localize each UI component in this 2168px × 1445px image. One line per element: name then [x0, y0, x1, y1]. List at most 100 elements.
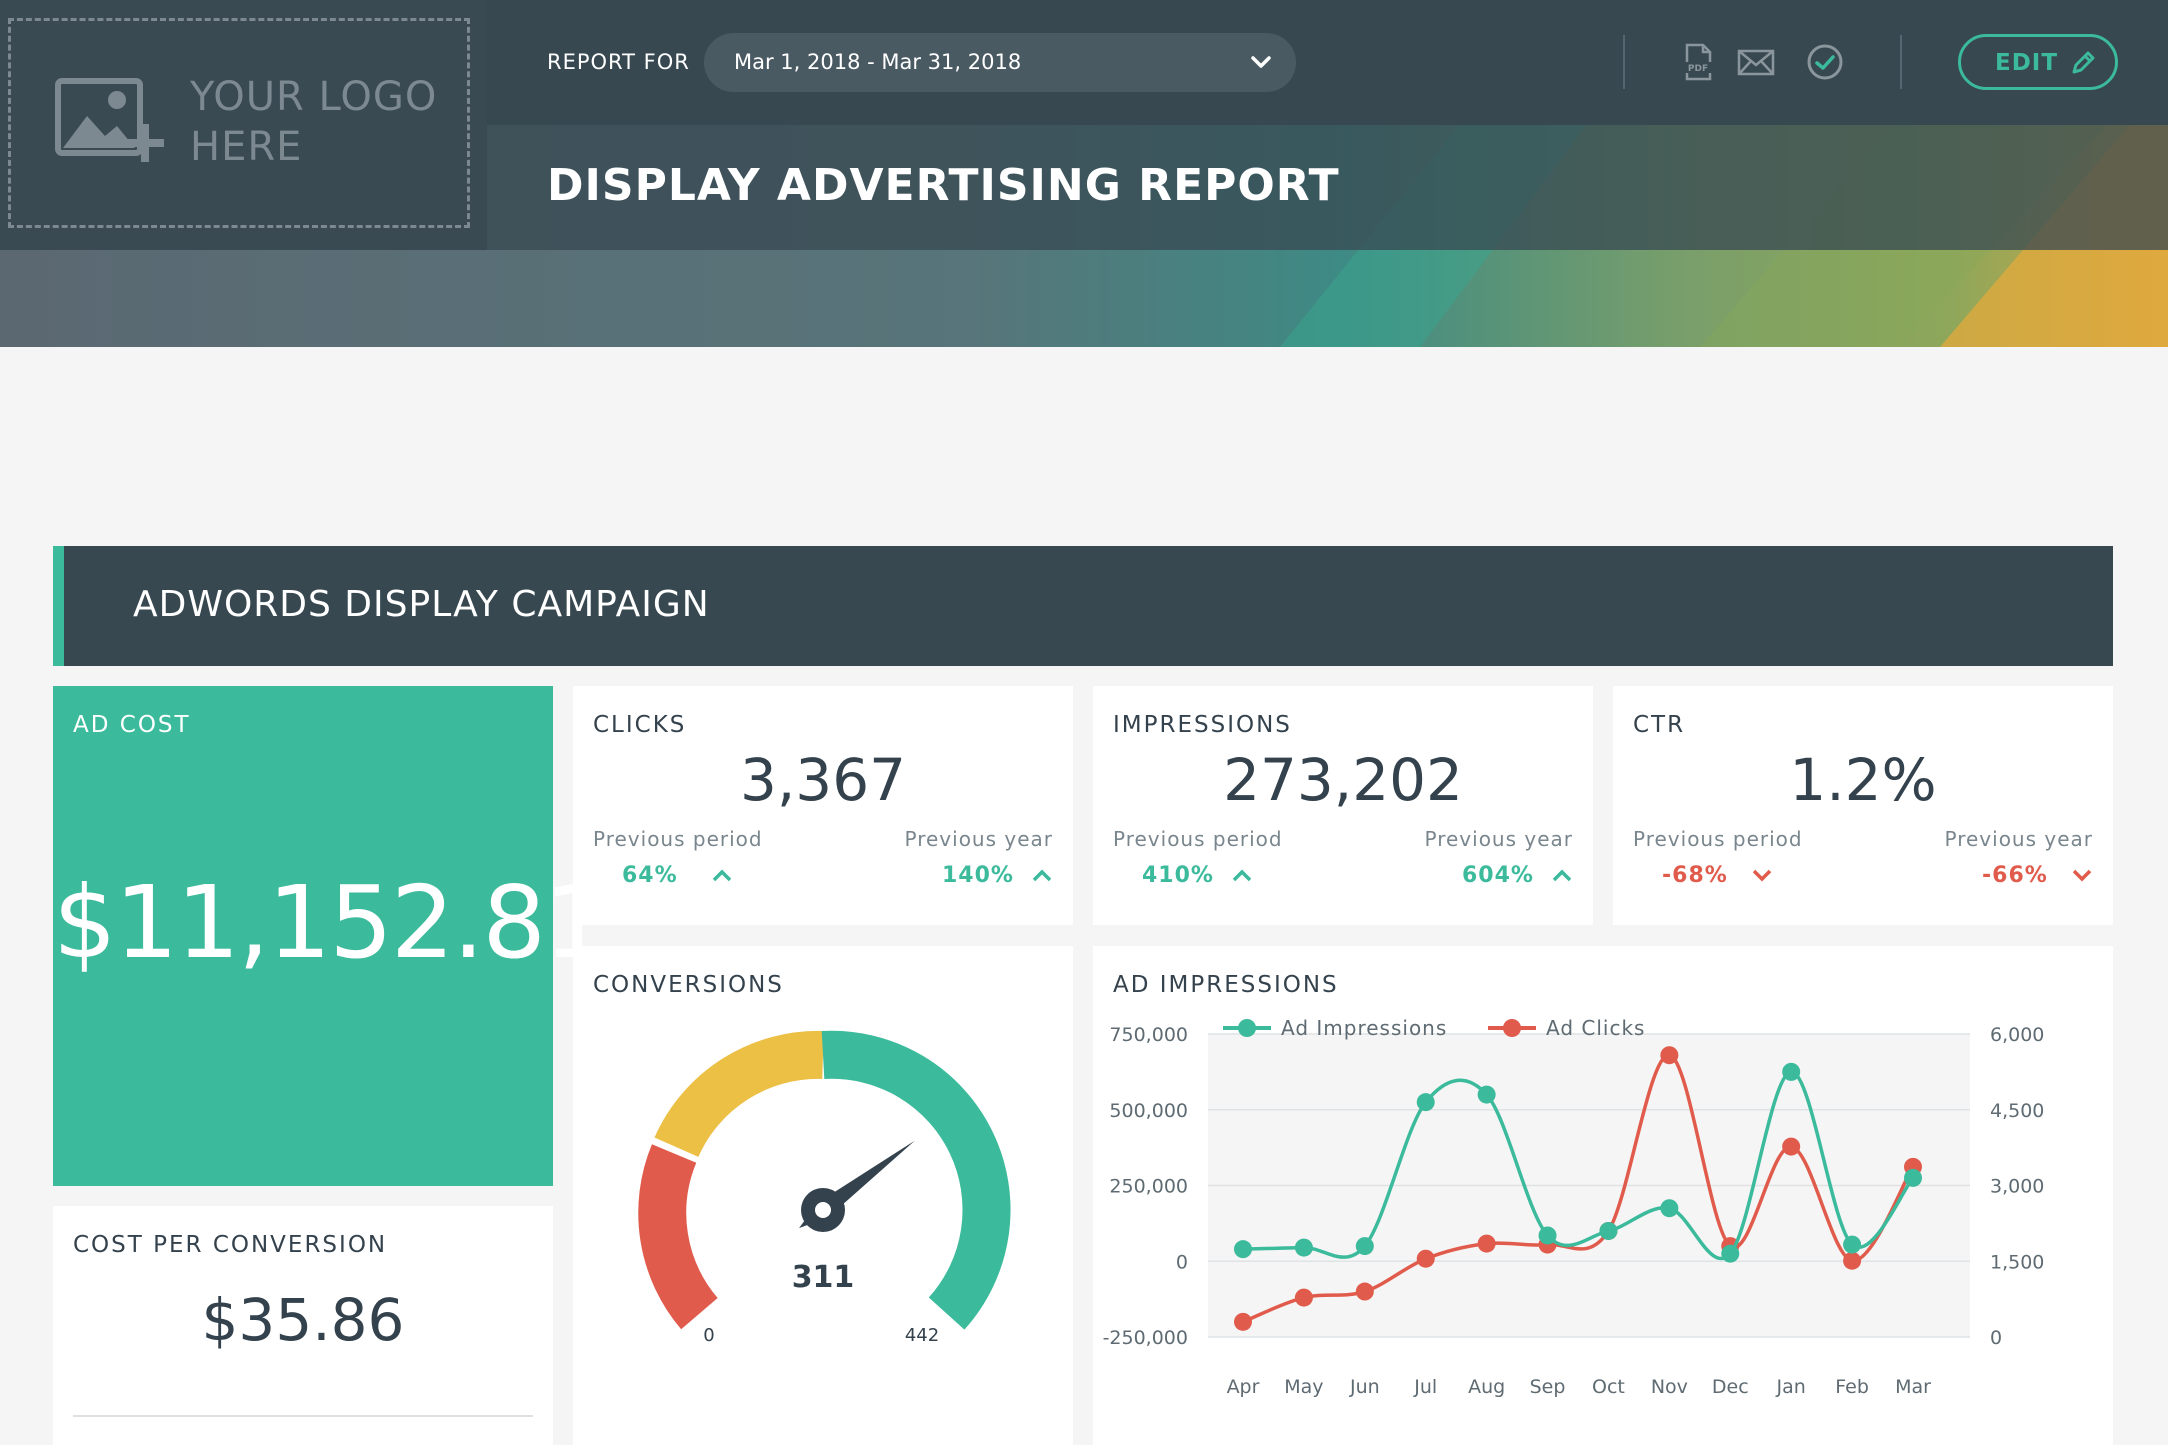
y-right-tick-label: 0 [1990, 1327, 2002, 1349]
y-left-tick-label: 0 [1176, 1251, 1188, 1273]
report-header: YOUR LOGO HERE REPORT FOR Mar 1, 2018 - … [0, 0, 2168, 347]
conversions-value: 311 [792, 1260, 855, 1295]
x-tick-label: May [1284, 1376, 1323, 1398]
impressions-card[interactable]: IMPRESSIONS 273,202 Previous period Prev… [1093, 686, 1593, 925]
pencil-icon [2072, 51, 2095, 74]
data-point [1721, 1244, 1740, 1263]
data-point [1355, 1237, 1374, 1256]
arrow-up-icon [1032, 869, 1052, 882]
page-title: DISPLAY ADVERTISING REPORT [547, 160, 1340, 211]
impressions-prev-period-value: 410% [1142, 863, 1214, 888]
logo-placeholder[interactable]: YOUR LOGO HERE [0, 0, 487, 250]
data-point [1477, 1085, 1496, 1104]
report-for-label: REPORT FOR [547, 50, 690, 74]
gauge-segment-red [638, 1144, 719, 1330]
ctr-prev-year-label: Previous year [1944, 827, 2093, 851]
ctr-value: 1.2% [1789, 746, 1937, 814]
ad-impressions-card[interactable]: AD IMPRESSIONS 750,000 500,000 250,000 0 -25… [1093, 946, 2113, 1445]
x-tick-label: Jul [1413, 1376, 1437, 1398]
ctr-prev-period-label: Previous period [1633, 827, 1803, 851]
ctr-card[interactable]: CTR 1.2% Previous period Previous year -… [1613, 686, 2113, 925]
clicks-label: CLICKS [593, 712, 687, 738]
check-circle-icon[interactable] [1805, 42, 1845, 82]
x-tick-label: Dec [1712, 1376, 1749, 1398]
toolbar-divider [1623, 35, 1625, 89]
clicks-prev-period-label: Previous period [593, 827, 763, 851]
data-point [1843, 1251, 1862, 1270]
data-point [1234, 1240, 1252, 1259]
x-tick-label: Nov [1651, 1376, 1688, 1398]
date-range-value: Mar 1, 2018 - Mar 31, 2018 [734, 50, 1022, 74]
data-point [1599, 1221, 1618, 1240]
x-tick-label: Jan [1776, 1376, 1806, 1398]
legend-swatch-dot [1238, 1019, 1256, 1037]
impressions-prev-year-value: 604% [1462, 863, 1534, 888]
data-point [1843, 1235, 1862, 1254]
ctr-prev-year-value: -66% [1982, 863, 2048, 888]
conversions-gauge: 311 0 442 [638, 1030, 1011, 1346]
gauge-hub-center [815, 1202, 831, 1218]
impressions-prev-year-label: Previous year [1424, 827, 1573, 851]
date-range-select[interactable]: Mar 1, 2018 - Mar 31, 2018 [704, 33, 1296, 92]
x-tick-label: Feb [1835, 1376, 1869, 1398]
arrow-down-icon [2072, 869, 2092, 882]
y-left-tick-label: 500,000 [1109, 1100, 1188, 1122]
ad-impressions-chart: 750,000 500,000 250,000 0 -250,000 6,000 4,500… [1103, 1016, 2045, 1398]
legend-label: Ad Impressions [1281, 1016, 1447, 1040]
gauge-max-label: 442 [905, 1325, 939, 1346]
clicks-prev-period-value: 64% [622, 863, 678, 888]
impressions-value: 273,202 [1223, 746, 1463, 814]
cost-per-conversion-card[interactable]: COST PER CONVERSION $35.86 [53, 1206, 553, 1445]
edit-button[interactable]: EDIT [1958, 34, 2118, 90]
conversions-card[interactable]: CONVERSIONS 311 0 442 [573, 946, 1073, 1445]
ad-cost-card[interactable]: AD COST $11,152.81 [53, 686, 608, 1186]
logo-text: YOUR LOGO HERE [190, 72, 437, 172]
arrow-up-icon [1232, 869, 1252, 882]
arrow-down-icon [1752, 869, 1772, 882]
y-left-tick-label: 750,000 [1109, 1024, 1188, 1046]
clicks-value: 3,367 [739, 746, 907, 814]
x-tick-label: Aug [1468, 1376, 1505, 1398]
divider [73, 1415, 533, 1417]
x-tick-label: Apr [1227, 1376, 1260, 1398]
x-tick-label: Sep [1530, 1376, 1566, 1398]
toolbar-divider [1900, 35, 1902, 89]
data-point [1355, 1282, 1374, 1301]
data-point [1294, 1288, 1313, 1307]
y-right-tick-label: 6,000 [1990, 1024, 2044, 1046]
data-point [1294, 1238, 1313, 1257]
y-left-tick-label: -250,000 [1103, 1327, 1188, 1349]
data-point [1234, 1312, 1252, 1331]
section-header: ADWORDS DISPLAY CAMPAIGN [53, 546, 2113, 666]
data-point [1416, 1093, 1435, 1112]
clicks-prev-year-value: 140% [942, 863, 1014, 888]
cost-per-conversion-label: COST PER CONVERSION [73, 1232, 388, 1258]
logo-line-2: HERE [190, 124, 303, 170]
image-add-icon [55, 78, 164, 162]
ad-cost-label: AD COST [73, 712, 191, 738]
section-title: ADWORDS DISPLAY CAMPAIGN [133, 584, 710, 625]
data-point [1660, 1199, 1679, 1218]
clicks-card[interactable]: CLICKS 3,367 Previous period Previous ye… [573, 686, 1073, 925]
cost-per-conversion-value: $35.86 [201, 1286, 405, 1354]
y-left-tick-label: 250,000 [1109, 1176, 1188, 1198]
gauge-min-label: 0 [703, 1325, 714, 1346]
impressions-label: IMPRESSIONS [1113, 712, 1292, 738]
pdf-icon[interactable]: PDF [1678, 42, 1718, 82]
logo-line-1: YOUR LOGO [190, 74, 438, 120]
legend-swatch-dot [1503, 1019, 1521, 1037]
ctr-label: CTR [1633, 712, 1686, 738]
email-icon[interactable] [1736, 42, 1776, 82]
edit-button-label: EDIT [1995, 50, 2059, 76]
data-point [1416, 1249, 1435, 1268]
clicks-prev-year-label: Previous year [904, 827, 1053, 851]
y-right-tick-label: 1,500 [1990, 1251, 2044, 1273]
data-point [1660, 1046, 1679, 1065]
data-point [1904, 1168, 1922, 1187]
gauge-segment-yellow [654, 1030, 824, 1158]
x-tick-label: Oct [1592, 1376, 1625, 1398]
arrow-up-icon [712, 869, 732, 882]
svg-text:PDF: PDF [1688, 64, 1708, 74]
ad-cost-value: $11,152.81 [53, 864, 608, 981]
legend-label: Ad Clicks [1546, 1016, 1645, 1040]
